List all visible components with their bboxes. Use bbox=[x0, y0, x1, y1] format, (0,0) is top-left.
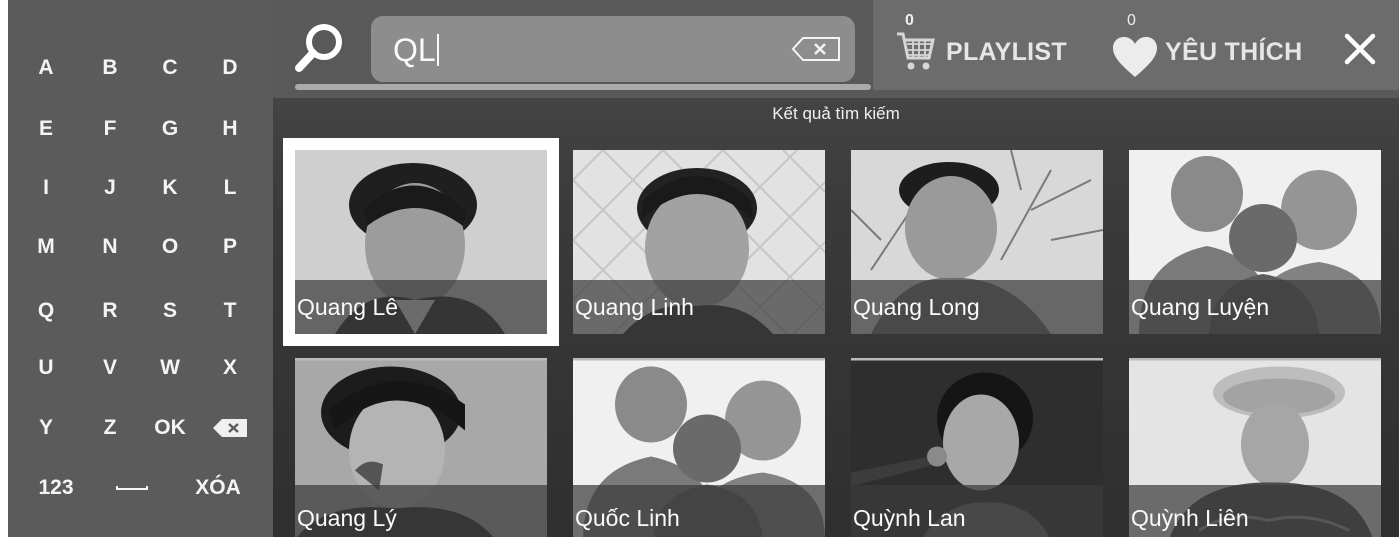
heart-icon[interactable] bbox=[1111, 35, 1159, 79]
key-q[interactable]: Q bbox=[16, 283, 76, 339]
key-z[interactable]: Z bbox=[80, 400, 140, 456]
favorites-link[interactable]: YÊU THÍCH bbox=[1165, 38, 1302, 67]
close-icon[interactable] bbox=[1343, 32, 1377, 66]
key-m[interactable]: M bbox=[16, 219, 76, 275]
key-o[interactable]: O bbox=[140, 219, 200, 275]
key-h[interactable]: H bbox=[200, 101, 260, 157]
artist-card[interactable]: Quỳnh Lan bbox=[851, 358, 1103, 537]
artist-name: Quốc Linh bbox=[573, 485, 825, 537]
key-space[interactable] bbox=[102, 460, 162, 516]
key-ok[interactable]: OK bbox=[140, 400, 200, 456]
artist-card[interactable]: Quang Luyện bbox=[1129, 150, 1381, 334]
key-w[interactable]: W bbox=[140, 340, 200, 396]
key-e[interactable]: E bbox=[16, 101, 76, 157]
artist-name: Quang Luyện bbox=[1129, 280, 1381, 334]
top-bar: QL 0 PLAYLIST 0 YÊU THÍCH bbox=[273, 0, 1399, 98]
favorites-count-badge: 0 bbox=[1127, 12, 1136, 29]
key-k[interactable]: K bbox=[140, 160, 200, 216]
key-n[interactable]: N bbox=[80, 219, 140, 275]
key-i[interactable]: I bbox=[16, 160, 76, 216]
artist-name: Quang Lý bbox=[295, 485, 547, 537]
artist-card[interactable]: Quang Lê bbox=[283, 138, 559, 346]
artist-card[interactable]: Quỳnh Liên bbox=[1129, 358, 1381, 537]
key-b[interactable]: B bbox=[80, 40, 140, 96]
clear-input-button[interactable] bbox=[791, 36, 841, 62]
key-a[interactable]: A bbox=[16, 40, 76, 96]
key-g[interactable]: G bbox=[140, 101, 200, 157]
artist-name: Quỳnh Lan bbox=[851, 485, 1103, 537]
search-progress-fill bbox=[295, 84, 871, 90]
key-s[interactable]: S bbox=[140, 283, 200, 339]
header-actions: 0 PLAYLIST 0 YÊU THÍCH bbox=[873, 0, 1399, 90]
app-frame: A B C D E F G H I J K L M N O P Q R S T … bbox=[8, 0, 1399, 537]
key-l[interactable]: L bbox=[200, 160, 260, 216]
key-c[interactable]: C bbox=[140, 40, 200, 96]
key-d[interactable]: D bbox=[200, 40, 260, 96]
key-u[interactable]: U bbox=[16, 340, 76, 396]
playlist-link[interactable]: PLAYLIST bbox=[946, 38, 1067, 67]
key-f[interactable]: F bbox=[80, 101, 140, 157]
results-title: Kết quả tìm kiếm bbox=[772, 104, 900, 123]
artist-name: Quang Long bbox=[851, 280, 1103, 334]
key-t[interactable]: T bbox=[200, 283, 260, 339]
cart-icon[interactable] bbox=[895, 30, 935, 72]
playlist-count-badge: 0 bbox=[905, 12, 914, 29]
artist-card[interactable]: Quang Linh bbox=[573, 150, 825, 334]
artist-name: Quỳnh Liên bbox=[1129, 485, 1381, 537]
key-123[interactable]: 123 bbox=[26, 460, 86, 516]
search-icon[interactable] bbox=[293, 20, 349, 76]
key-j[interactable]: J bbox=[80, 160, 140, 216]
backspace-icon bbox=[212, 418, 248, 438]
search-query: QL bbox=[393, 32, 436, 68]
onscreen-keyboard: A B C D E F G H I J K L M N O P Q R S T … bbox=[8, 0, 273, 537]
space-icon bbox=[116, 486, 148, 490]
search-progress-bar bbox=[295, 84, 871, 90]
artist-card[interactable]: Quốc Linh bbox=[573, 358, 825, 537]
text-caret bbox=[436, 34, 439, 66]
key-p[interactable]: P bbox=[200, 219, 260, 275]
key-v[interactable]: V bbox=[80, 340, 140, 396]
key-clear-all[interactable]: XÓA bbox=[183, 460, 253, 516]
artist-card[interactable]: Quang Long bbox=[851, 150, 1103, 334]
search-input[interactable]: QL bbox=[371, 16, 855, 82]
key-r[interactable]: R bbox=[80, 283, 140, 339]
key-y[interactable]: Y bbox=[16, 400, 76, 456]
key-x[interactable]: X bbox=[200, 340, 260, 396]
artist-card[interactable]: Quang Lý bbox=[295, 358, 547, 537]
key-backspace[interactable] bbox=[200, 400, 260, 456]
artist-name: Quang Linh bbox=[573, 280, 825, 334]
artist-name: Quang Lê bbox=[295, 280, 547, 334]
main-panel: QL 0 PLAYLIST 0 YÊU THÍCH Kết quả tìm ki… bbox=[273, 0, 1399, 537]
